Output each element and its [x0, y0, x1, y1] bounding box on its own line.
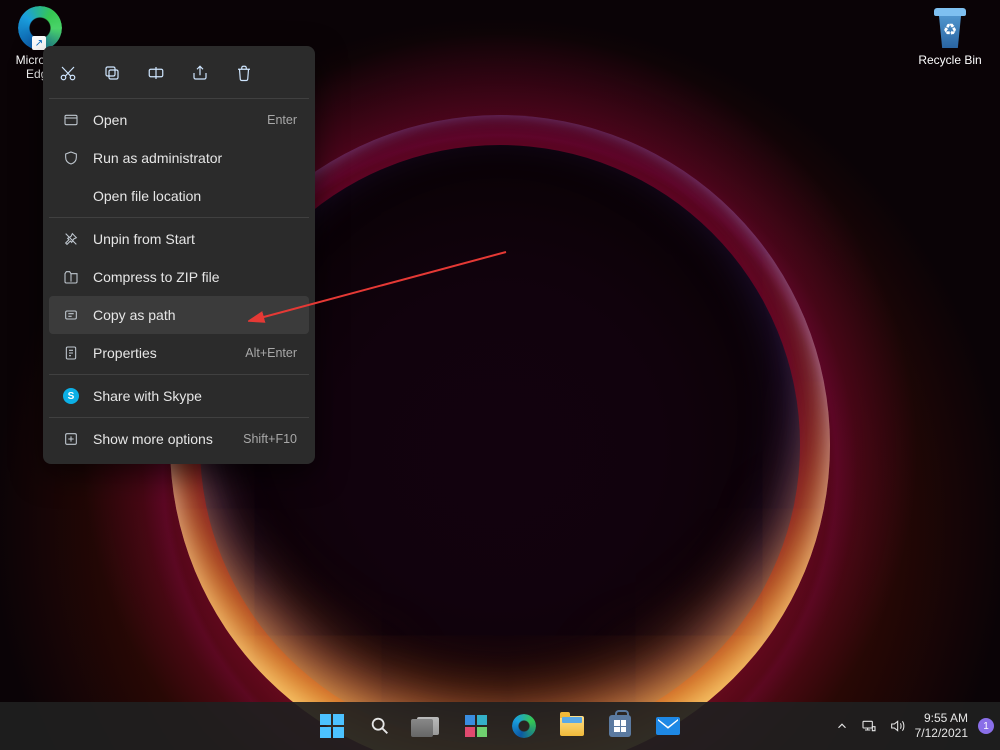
context-menu-label: Run as administrator: [93, 150, 297, 166]
context-menu-open[interactable]: Open Enter: [49, 101, 309, 139]
taskbar-date: 7/12/2021: [915, 726, 968, 741]
context-menu-label: Open file location: [93, 188, 297, 204]
chevron-up-icon: [835, 719, 849, 733]
admin-shield-icon: [61, 148, 81, 168]
context-menu-label: Show more options: [93, 431, 243, 447]
context-menu-separator: [49, 417, 309, 418]
context-menu-label: Copy as path: [93, 307, 297, 323]
tray-network-button[interactable]: [861, 718, 877, 734]
taskbar-center: [312, 706, 688, 746]
context-menu-separator: [49, 374, 309, 375]
context-menu-open-file-location[interactable]: Open file location: [49, 177, 309, 215]
copy-path-icon: [61, 305, 81, 325]
volume-icon: [889, 718, 905, 734]
context-menu-share-with-skype[interactable]: S Share with Skype: [49, 377, 309, 415]
context-menu-run-as-admin[interactable]: Run as administrator: [49, 139, 309, 177]
edge-icon: ↗: [18, 6, 62, 50]
rename-icon[interactable]: [145, 62, 167, 84]
widgets-button[interactable]: [456, 706, 496, 746]
edge-icon: [512, 714, 536, 738]
context-menu-label: Properties: [93, 345, 245, 361]
context-menu-separator: [49, 217, 309, 218]
taskbar-file-explorer[interactable]: [552, 706, 592, 746]
zip-icon: [61, 267, 81, 287]
context-menu-label: Open: [93, 112, 267, 128]
task-view-button[interactable]: [408, 706, 448, 746]
share-icon[interactable]: [189, 62, 211, 84]
taskbar-clock[interactable]: 9:55 AM 7/12/2021: [915, 711, 968, 741]
context-menu-separator: [49, 98, 309, 99]
context-menu: Open Enter Run as administrator Open fil…: [43, 46, 315, 464]
context-menu-label: Compress to ZIP file: [93, 269, 297, 285]
delete-icon[interactable]: [233, 62, 255, 84]
taskbar-mail[interactable]: [648, 706, 688, 746]
blank-icon: [61, 186, 81, 206]
search-icon: [369, 715, 391, 737]
skype-icon: S: [61, 386, 81, 406]
widgets-icon: [465, 715, 487, 737]
taskbar-edge[interactable]: [504, 706, 544, 746]
context-menu-unpin-from-start[interactable]: Unpin from Start: [49, 220, 309, 258]
taskbar-microsoft-store[interactable]: [600, 706, 640, 746]
context-menu-copy-as-path[interactable]: Copy as path: [49, 296, 309, 334]
cut-icon[interactable]: [57, 62, 79, 84]
search-button[interactable]: [360, 706, 400, 746]
copy-icon[interactable]: [101, 62, 123, 84]
unpin-icon: [61, 229, 81, 249]
tray-volume-button[interactable]: [889, 718, 905, 734]
context-menu-accelerator: Alt+Enter: [245, 346, 297, 360]
context-menu-compress-to-zip[interactable]: Compress to ZIP file: [49, 258, 309, 296]
taskbar: 9:55 AM 7/12/2021 1: [0, 702, 1000, 750]
context-menu-quick-actions: [49, 52, 309, 96]
start-button[interactable]: [312, 706, 352, 746]
context-menu-accelerator: Enter: [267, 113, 297, 127]
recycle-bin-icon: ♻: [928, 6, 972, 50]
file-explorer-icon: [560, 716, 584, 736]
context-menu-show-more-options[interactable]: Show more options Shift+F10: [49, 420, 309, 458]
desktop-icon-recycle-bin[interactable]: ♻ Recycle Bin: [912, 6, 988, 67]
context-menu-label: Share with Skype: [93, 388, 297, 404]
taskbar-system-tray: 9:55 AM 7/12/2021 1: [835, 711, 994, 741]
notification-count: 1: [983, 721, 989, 732]
context-menu-label: Unpin from Start: [93, 231, 297, 247]
taskbar-time: 9:55 AM: [915, 711, 968, 726]
task-view-icon: [417, 717, 439, 735]
context-menu-accelerator: Shift+F10: [243, 432, 297, 446]
mail-icon: [656, 717, 680, 735]
microsoft-store-icon: [609, 715, 631, 737]
context-menu-properties[interactable]: Properties Alt+Enter: [49, 334, 309, 372]
open-icon: [61, 110, 81, 130]
desktop-icon-label: Recycle Bin: [912, 53, 988, 67]
network-icon: [861, 718, 877, 734]
windows-logo-icon: [320, 714, 344, 738]
more-options-icon: [61, 429, 81, 449]
tray-overflow-button[interactable]: [835, 719, 849, 733]
properties-icon: [61, 343, 81, 363]
notification-center-button[interactable]: 1: [978, 718, 994, 734]
